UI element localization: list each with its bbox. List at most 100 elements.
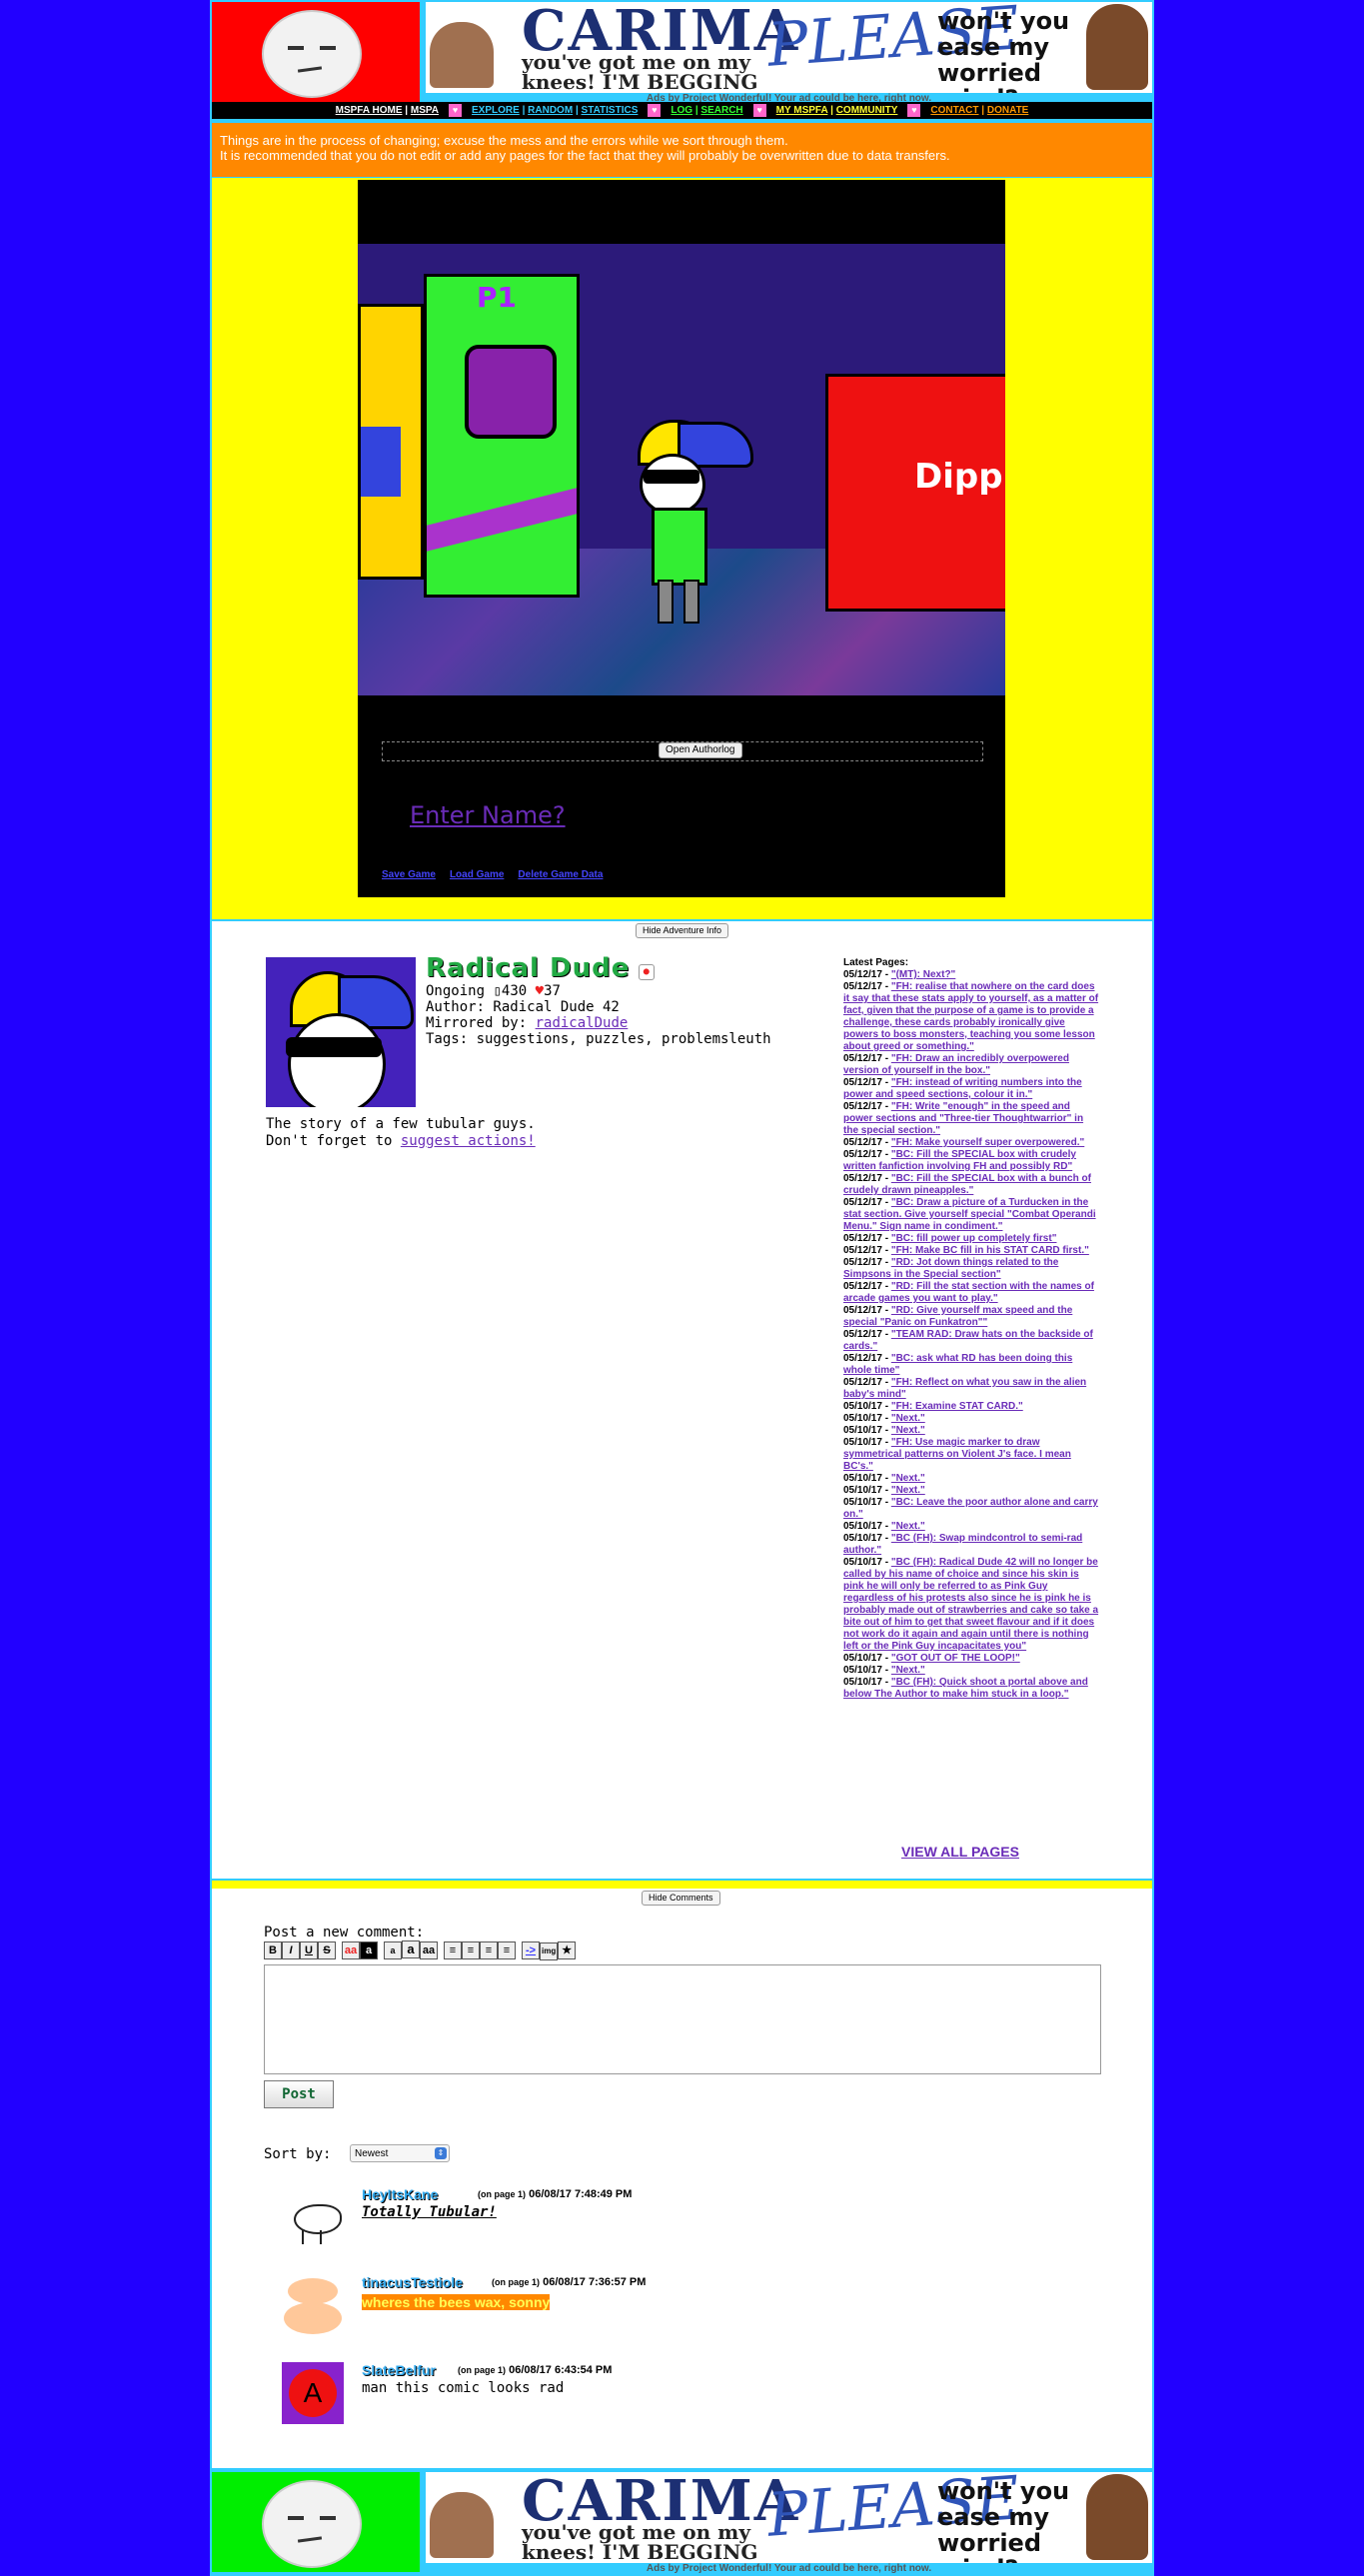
- report-icon[interactable]: ●: [638, 964, 655, 980]
- font-family-button[interactable]: aa: [420, 1941, 438, 1959]
- nav-my-mspfa[interactable]: MY MSPFA: [776, 105, 828, 116]
- enter-name-link[interactable]: Enter Name?: [410, 801, 566, 829]
- comment-page[interactable]: (on page 1): [478, 2189, 526, 2199]
- latest-page-date: 05/12/17: [843, 1053, 882, 1064]
- banner-ad[interactable]: CARIMA you've got me on my knees! I'M BE…: [426, 2472, 1152, 2563]
- heart-icon[interactable]: ♥: [648, 103, 662, 117]
- hide-comments-button[interactable]: Hide Comments: [642, 1891, 720, 1906]
- latest-page-link[interactable]: "Next.": [891, 1473, 925, 1484]
- latest-page-link[interactable]: "FH: Make BC fill in his STAT CARD first…: [891, 1245, 1089, 1256]
- strike-button[interactable]: S: [318, 1941, 336, 1959]
- nav-explore[interactable]: EXPLORE: [472, 105, 520, 116]
- latest-page-row: 05/10/17 - "GOT OUT OF THE LOOP!": [843, 1653, 1020, 1664]
- underline-button[interactable]: U: [300, 1941, 318, 1959]
- mirrored-link[interactable]: radicalDude: [536, 1015, 629, 1031]
- nav-contact[interactable]: CONTACT: [930, 105, 978, 116]
- open-authorlog-button[interactable]: Open Authorlog: [659, 742, 742, 758]
- comic-panel: P1 Dippin Open Authorlog Enter Name? Sav…: [358, 180, 1005, 897]
- latest-page-row: 05/12/17 - "FH: Reflect on what you saw …: [843, 1377, 1087, 1400]
- font-button[interactable]: a: [402, 1940, 420, 1958]
- sort-value: Newest: [355, 2148, 389, 2159]
- font-size-button[interactable]: a: [384, 1941, 402, 1959]
- latest-page-link[interactable]: "Next.": [891, 1425, 925, 1436]
- save-game-link[interactable]: Save Game: [382, 869, 436, 880]
- align-center-button[interactable]: ≡: [462, 1941, 480, 1959]
- notice-line-2: It is recommended that you do not edit o…: [220, 148, 950, 163]
- load-game-link[interactable]: Load Game: [450, 869, 504, 880]
- special-button[interactable]: ★: [558, 1941, 577, 1959]
- site-logo[interactable]: [212, 2472, 420, 2572]
- italic-button[interactable]: I: [282, 1941, 300, 1959]
- adventure-title: Radical Dude: [426, 953, 631, 983]
- chevron-down-icon: ⇕: [435, 2147, 447, 2159]
- site-logo[interactable]: [212, 2, 420, 102]
- heart-icon[interactable]: ♥: [536, 983, 544, 999]
- heart-icon[interactable]: ♥: [752, 103, 766, 117]
- nav-mspfa-home[interactable]: MSPFA HOME: [336, 105, 403, 116]
- nav-log[interactable]: LOG: [671, 105, 692, 116]
- avatar[interactable]: A: [282, 2362, 344, 2424]
- suggest-actions-link[interactable]: suggest actions!: [401, 1133, 536, 1149]
- latest-page-date: 05/12/17: [843, 1257, 882, 1268]
- delete-game-link[interactable]: Delete Game Data: [518, 869, 603, 880]
- latest-page-link[interactable]: "Next.": [891, 1665, 925, 1676]
- latest-page-date: 05/10/17: [843, 1677, 882, 1688]
- latest-page-link[interactable]: "Next.": [891, 1485, 925, 1496]
- comment-time: 06/08/17 7:48:49 PM: [529, 2188, 633, 2200]
- latest-page-link[interactable]: "BC (FH): Radical Dude 42 will no longer…: [843, 1557, 1098, 1652]
- avatar[interactable]: [282, 2186, 344, 2248]
- latest-page-link[interactable]: "Next.": [891, 1521, 925, 1532]
- comment-username[interactable]: tinacusTestiole: [362, 2274, 463, 2290]
- nav-random[interactable]: RANDOM: [528, 105, 573, 116]
- comment-username[interactable]: SlateBelfur: [362, 2362, 436, 2378]
- ad-credit[interactable]: Ads by Project Wonderful! Your ad could …: [426, 2563, 1152, 2574]
- nav-donate[interactable]: DONATE: [987, 105, 1028, 116]
- latest-page-date: 05/12/17: [843, 1077, 882, 1088]
- mirrored-label: Mirrored by:: [426, 1015, 528, 1031]
- section-divider: [212, 1881, 1152, 1889]
- nav-community[interactable]: COMMUNITY: [836, 105, 898, 116]
- latest-page-link[interactable]: "GOT OUT OF THE LOOP!": [891, 1653, 1020, 1664]
- latest-page-date: 05/10/17: [843, 1425, 882, 1436]
- bg-color-button[interactable]: a: [360, 1941, 378, 1959]
- nav-statistics[interactable]: STATISTICS: [582, 105, 639, 116]
- comment-textarea[interactable]: [264, 1964, 1101, 2074]
- comment-meta: (on page 1) 06/08/17 6:43:54 PM: [458, 2364, 612, 2376]
- nav-search[interactable]: SEARCH: [700, 105, 742, 116]
- avatar[interactable]: [282, 2274, 344, 2336]
- latest-page-date: 05/12/17: [843, 1149, 882, 1160]
- text-color-button[interactable]: aa: [342, 1941, 360, 1959]
- nav-mspa[interactable]: MSPA: [411, 105, 439, 116]
- image-button[interactable]: img: [540, 1942, 559, 1960]
- heart-icon[interactable]: ♥: [449, 103, 463, 117]
- post-comment-button[interactable]: Post: [264, 2080, 334, 2108]
- ad-subline: you've got me on my knees! I'M BEGGING D…: [522, 50, 758, 93]
- latest-page-date: 05/12/17: [843, 1281, 882, 1292]
- bold-button[interactable]: B: [264, 1941, 282, 1959]
- latest-page-row: 05/12/17 - "FH: Write "enough" in the sp…: [843, 1101, 1084, 1136]
- heart-icon[interactable]: ♥: [907, 103, 921, 117]
- align-right-button[interactable]: ≡: [480, 1941, 498, 1959]
- link-button[interactable]: ->: [522, 1941, 540, 1959]
- comment-item: HeyItsKane (on page 1) 06/08/17 7:48:49 …: [282, 2186, 1101, 2256]
- latest-page-link[interactable]: "FH: Make yourself super overpowered.": [891, 1137, 1084, 1148]
- latest-page-row: 05/12/17 - "FH: Make yourself super over…: [843, 1137, 1085, 1148]
- comment-page[interactable]: (on page 1): [458, 2365, 506, 2375]
- sort-select[interactable]: Newest ⇕: [350, 2144, 450, 2162]
- comment-time: 06/08/17 6:43:54 PM: [509, 2364, 613, 2376]
- align-justify-button[interactable]: ≡: [498, 1941, 516, 1959]
- latest-page-link[interactable]: "Next.": [891, 1413, 925, 1424]
- latest-page-link[interactable]: "(MT): Next?": [891, 969, 955, 980]
- latest-page-date: 05/10/17: [843, 1557, 882, 1568]
- latest-page-link[interactable]: "BC: fill power up completely first": [891, 1233, 1057, 1244]
- latest-page-link[interactable]: "FH: Examine STAT CARD.": [891, 1401, 1023, 1412]
- latest-page-row: 05/10/17 - "BC (FH): Quick shoot a porta…: [843, 1677, 1088, 1700]
- view-all-pages-link[interactable]: VIEW ALL PAGES: [901, 1844, 1019, 1860]
- comment-username[interactable]: HeyItsKane: [362, 2186, 438, 2202]
- bbcode-toolbar: B I U Saa a a a aa ≡ ≡ ≡ ≡ -> img ★: [264, 1940, 577, 1960]
- align-left-button[interactable]: ≡: [444, 1941, 462, 1959]
- latest-page-date: 05/10/17: [843, 1665, 882, 1676]
- hide-info-button[interactable]: Hide Adventure Info: [636, 923, 729, 938]
- comment-page[interactable]: (on page 1): [492, 2277, 540, 2287]
- banner-ad[interactable]: CARIMA you've got me on my knees! I'M BE…: [426, 2, 1152, 93]
